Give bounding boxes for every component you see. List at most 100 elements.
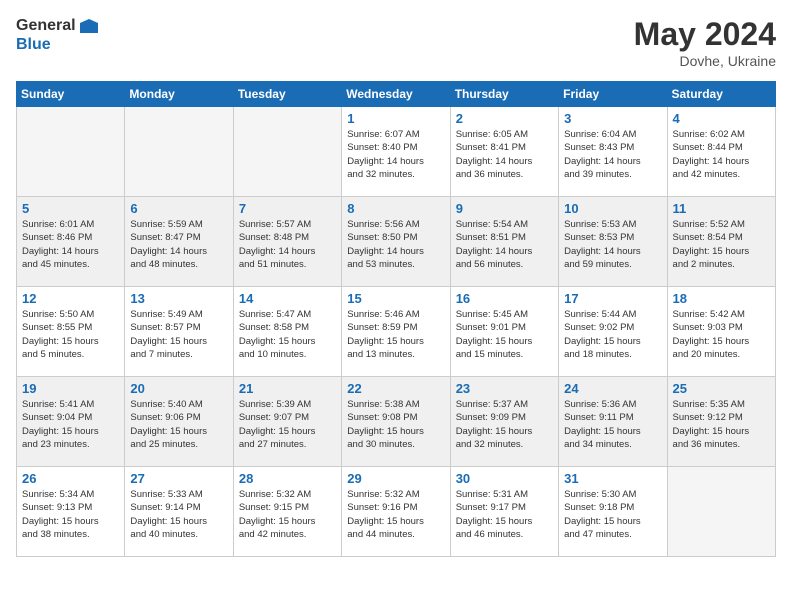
day-number: 26: [22, 471, 119, 486]
day-info: Sunrise: 5:34 AM Sunset: 9:13 PM Dayligh…: [22, 488, 119, 541]
calendar-table: SundayMondayTuesdayWednesdayThursdayFrid…: [16, 81, 776, 557]
calendar-cell: [233, 107, 341, 197]
calendar-cell: 9 Sunrise: 5:54 AM Sunset: 8:51 PM Daylig…: [450, 197, 558, 287]
day-info: Sunrise: 5:44 AM Sunset: 9:02 PM Dayligh…: [564, 308, 661, 361]
calendar-cell: 15Sunrise: 5:46 AM Sunset: 8:59 PM Dayli…: [342, 287, 450, 377]
day-number: 22: [347, 381, 444, 396]
calendar-cell: 31Sunrise: 5:30 AM Sunset: 9:18 PM Dayli…: [559, 467, 667, 557]
day-info: Sunrise: 5:56 AM Sunset: 8:50 PM Dayligh…: [347, 218, 444, 271]
day-info: Sunrise: 5:31 AM Sunset: 9:17 PM Dayligh…: [456, 488, 553, 541]
calendar-cell: 10Sunrise: 5:53 AM Sunset: 8:53 PM Dayli…: [559, 197, 667, 287]
day-info: Sunrise: 5:36 AM Sunset: 9:11 PM Dayligh…: [564, 398, 661, 451]
day-number: 6: [130, 201, 227, 216]
day-number: 9: [456, 201, 553, 216]
calendar-cell: 2 Sunrise: 6:05 AM Sunset: 8:41 PM Daylig…: [450, 107, 558, 197]
calendar-cell: 22 Sunrise: 5:38 AM Sunset: 9:08 PM Dayli…: [342, 377, 450, 467]
day-info: Sunrise: 5:30 AM Sunset: 9:18 PM Dayligh…: [564, 488, 661, 541]
calendar-cell: 1 Sunrise: 6:07 AM Sunset: 8:40 PM Daylig…: [342, 107, 450, 197]
day-info: Sunrise: 5:40 AM Sunset: 9:06 PM Dayligh…: [130, 398, 227, 451]
day-info: Sunrise: 5:37 AM Sunset: 9:09 PM Dayligh…: [456, 398, 553, 451]
day-info: Sunrise: 5:32 AM Sunset: 9:16 PM Dayligh…: [347, 488, 444, 541]
day-info: Sunrise: 5:32 AM Sunset: 9:15 PM Dayligh…: [239, 488, 336, 541]
day-info: Sunrise: 6:05 AM Sunset: 8:41 PM Dayligh…: [456, 128, 553, 181]
calendar-cell: 3Sunrise: 6:04 AM Sunset: 8:43 PM Daylig…: [559, 107, 667, 197]
calendar-cell: 19 Sunrise: 5:41 AM Sunset: 9:04 PM Dayli…: [17, 377, 125, 467]
day-number: 5: [22, 201, 119, 216]
location: Dovhe, Ukraine: [634, 53, 776, 69]
calendar-cell: 25Sunrise: 5:35 AM Sunset: 9:12 PM Dayli…: [667, 377, 775, 467]
weekday-header-monday: Monday: [125, 82, 233, 107]
day-info: Sunrise: 5:49 AM Sunset: 8:57 PM Dayligh…: [130, 308, 227, 361]
calendar-cell: 6 Sunrise: 5:59 AM Sunset: 8:47 PM Daylig…: [125, 197, 233, 287]
day-number: 23: [456, 381, 553, 396]
calendar-cell: [125, 107, 233, 197]
day-info: Sunrise: 6:04 AM Sunset: 8:43 PM Dayligh…: [564, 128, 661, 181]
day-number: 1: [347, 111, 444, 126]
month-title: May 2024: [634, 16, 776, 53]
weekday-header-sunday: Sunday: [17, 82, 125, 107]
calendar-week-1: 1 Sunrise: 6:07 AM Sunset: 8:40 PM Daylig…: [17, 107, 776, 197]
day-info: Sunrise: 5:38 AM Sunset: 9:08 PM Dayligh…: [347, 398, 444, 451]
day-info: Sunrise: 5:53 AM Sunset: 8:53 PM Dayligh…: [564, 218, 661, 271]
day-number: 29: [347, 471, 444, 486]
calendar-cell: 29 Sunrise: 5:32 AM Sunset: 9:16 PM Dayli…: [342, 467, 450, 557]
day-number: 4: [673, 111, 770, 126]
day-number: 30: [456, 471, 553, 486]
calendar-cell: 7 Sunrise: 5:57 AM Sunset: 8:48 PM Daylig…: [233, 197, 341, 287]
day-number: 24: [564, 381, 661, 396]
day-number: 16: [456, 291, 553, 306]
calendar-week-3: 12Sunrise: 5:50 AM Sunset: 8:55 PM Dayli…: [17, 287, 776, 377]
calendar-cell: 4Sunrise: 6:02 AM Sunset: 8:44 PM Daylig…: [667, 107, 775, 197]
day-info: Sunrise: 5:57 AM Sunset: 8:48 PM Dayligh…: [239, 218, 336, 271]
calendar-cell: 12Sunrise: 5:50 AM Sunset: 8:55 PM Dayli…: [17, 287, 125, 377]
calendar-cell: 27 Sunrise: 5:33 AM Sunset: 9:14 PM Dayli…: [125, 467, 233, 557]
day-number: 8: [347, 201, 444, 216]
weekday-header-thursday: Thursday: [450, 82, 558, 107]
day-info: Sunrise: 5:54 AM Sunset: 8:51 PM Dayligh…: [456, 218, 553, 271]
calendar-cell: 20 Sunrise: 5:40 AM Sunset: 9:06 PM Dayli…: [125, 377, 233, 467]
weekday-header-friday: Friday: [559, 82, 667, 107]
day-number: 28: [239, 471, 336, 486]
day-info: Sunrise: 5:33 AM Sunset: 9:14 PM Dayligh…: [130, 488, 227, 541]
day-number: 17: [564, 291, 661, 306]
day-number: 21: [239, 381, 336, 396]
weekday-header-row: SundayMondayTuesdayWednesdayThursdayFrid…: [17, 82, 776, 107]
day-number: 13: [130, 291, 227, 306]
day-number: 27: [130, 471, 227, 486]
day-info: Sunrise: 5:47 AM Sunset: 8:58 PM Dayligh…: [239, 308, 336, 361]
day-number: 15: [347, 291, 444, 306]
logo-blue: Blue: [16, 35, 98, 54]
calendar-cell: 30 Sunrise: 5:31 AM Sunset: 9:17 PM Dayli…: [450, 467, 558, 557]
day-number: 2: [456, 111, 553, 126]
day-info: Sunrise: 5:52 AM Sunset: 8:54 PM Dayligh…: [673, 218, 770, 271]
day-info: Sunrise: 5:45 AM Sunset: 9:01 PM Dayligh…: [456, 308, 553, 361]
day-number: 12: [22, 291, 119, 306]
calendar-cell: [17, 107, 125, 197]
calendar-cell: 21Sunrise: 5:39 AM Sunset: 9:07 PM Dayli…: [233, 377, 341, 467]
weekday-header-tuesday: Tuesday: [233, 82, 341, 107]
calendar-week-4: 19 Sunrise: 5:41 AM Sunset: 9:04 PM Dayli…: [17, 377, 776, 467]
day-info: Sunrise: 6:01 AM Sunset: 8:46 PM Dayligh…: [22, 218, 119, 271]
day-number: 14: [239, 291, 336, 306]
day-info: Sunrise: 5:42 AM Sunset: 9:03 PM Dayligh…: [673, 308, 770, 361]
title-block: May 2024 Dovhe, Ukraine: [634, 16, 776, 69]
weekday-header-saturday: Saturday: [667, 82, 775, 107]
day-number: 25: [673, 381, 770, 396]
calendar-cell: 16 Sunrise: 5:45 AM Sunset: 9:01 PM Dayli…: [450, 287, 558, 377]
day-number: 7: [239, 201, 336, 216]
calendar-cell: 8 Sunrise: 5:56 AM Sunset: 8:50 PM Daylig…: [342, 197, 450, 287]
day-info: Sunrise: 5:41 AM Sunset: 9:04 PM Dayligh…: [22, 398, 119, 451]
day-number: 20: [130, 381, 227, 396]
day-info: Sunrise: 6:07 AM Sunset: 8:40 PM Dayligh…: [347, 128, 444, 181]
logo-general: General: [16, 16, 98, 35]
calendar-cell: 5 Sunrise: 6:01 AM Sunset: 8:46 PM Daylig…: [17, 197, 125, 287]
calendar-week-5: 26 Sunrise: 5:34 AM Sunset: 9:13 PM Dayli…: [17, 467, 776, 557]
calendar-week-2: 5 Sunrise: 6:01 AM Sunset: 8:46 PM Daylig…: [17, 197, 776, 287]
day-info: Sunrise: 5:59 AM Sunset: 8:47 PM Dayligh…: [130, 218, 227, 271]
calendar-cell: 13 Sunrise: 5:49 AM Sunset: 8:57 PM Dayli…: [125, 287, 233, 377]
calendar-cell: 26 Sunrise: 5:34 AM Sunset: 9:13 PM Dayli…: [17, 467, 125, 557]
calendar-cell: 28 Sunrise: 5:32 AM Sunset: 9:15 PM Dayli…: [233, 467, 341, 557]
calendar-cell: 24 Sunrise: 5:36 AM Sunset: 9:11 PM Dayli…: [559, 377, 667, 467]
day-number: 19: [22, 381, 119, 396]
page-header: General Blue General Blue May 2024 Dovhe…: [16, 16, 776, 69]
